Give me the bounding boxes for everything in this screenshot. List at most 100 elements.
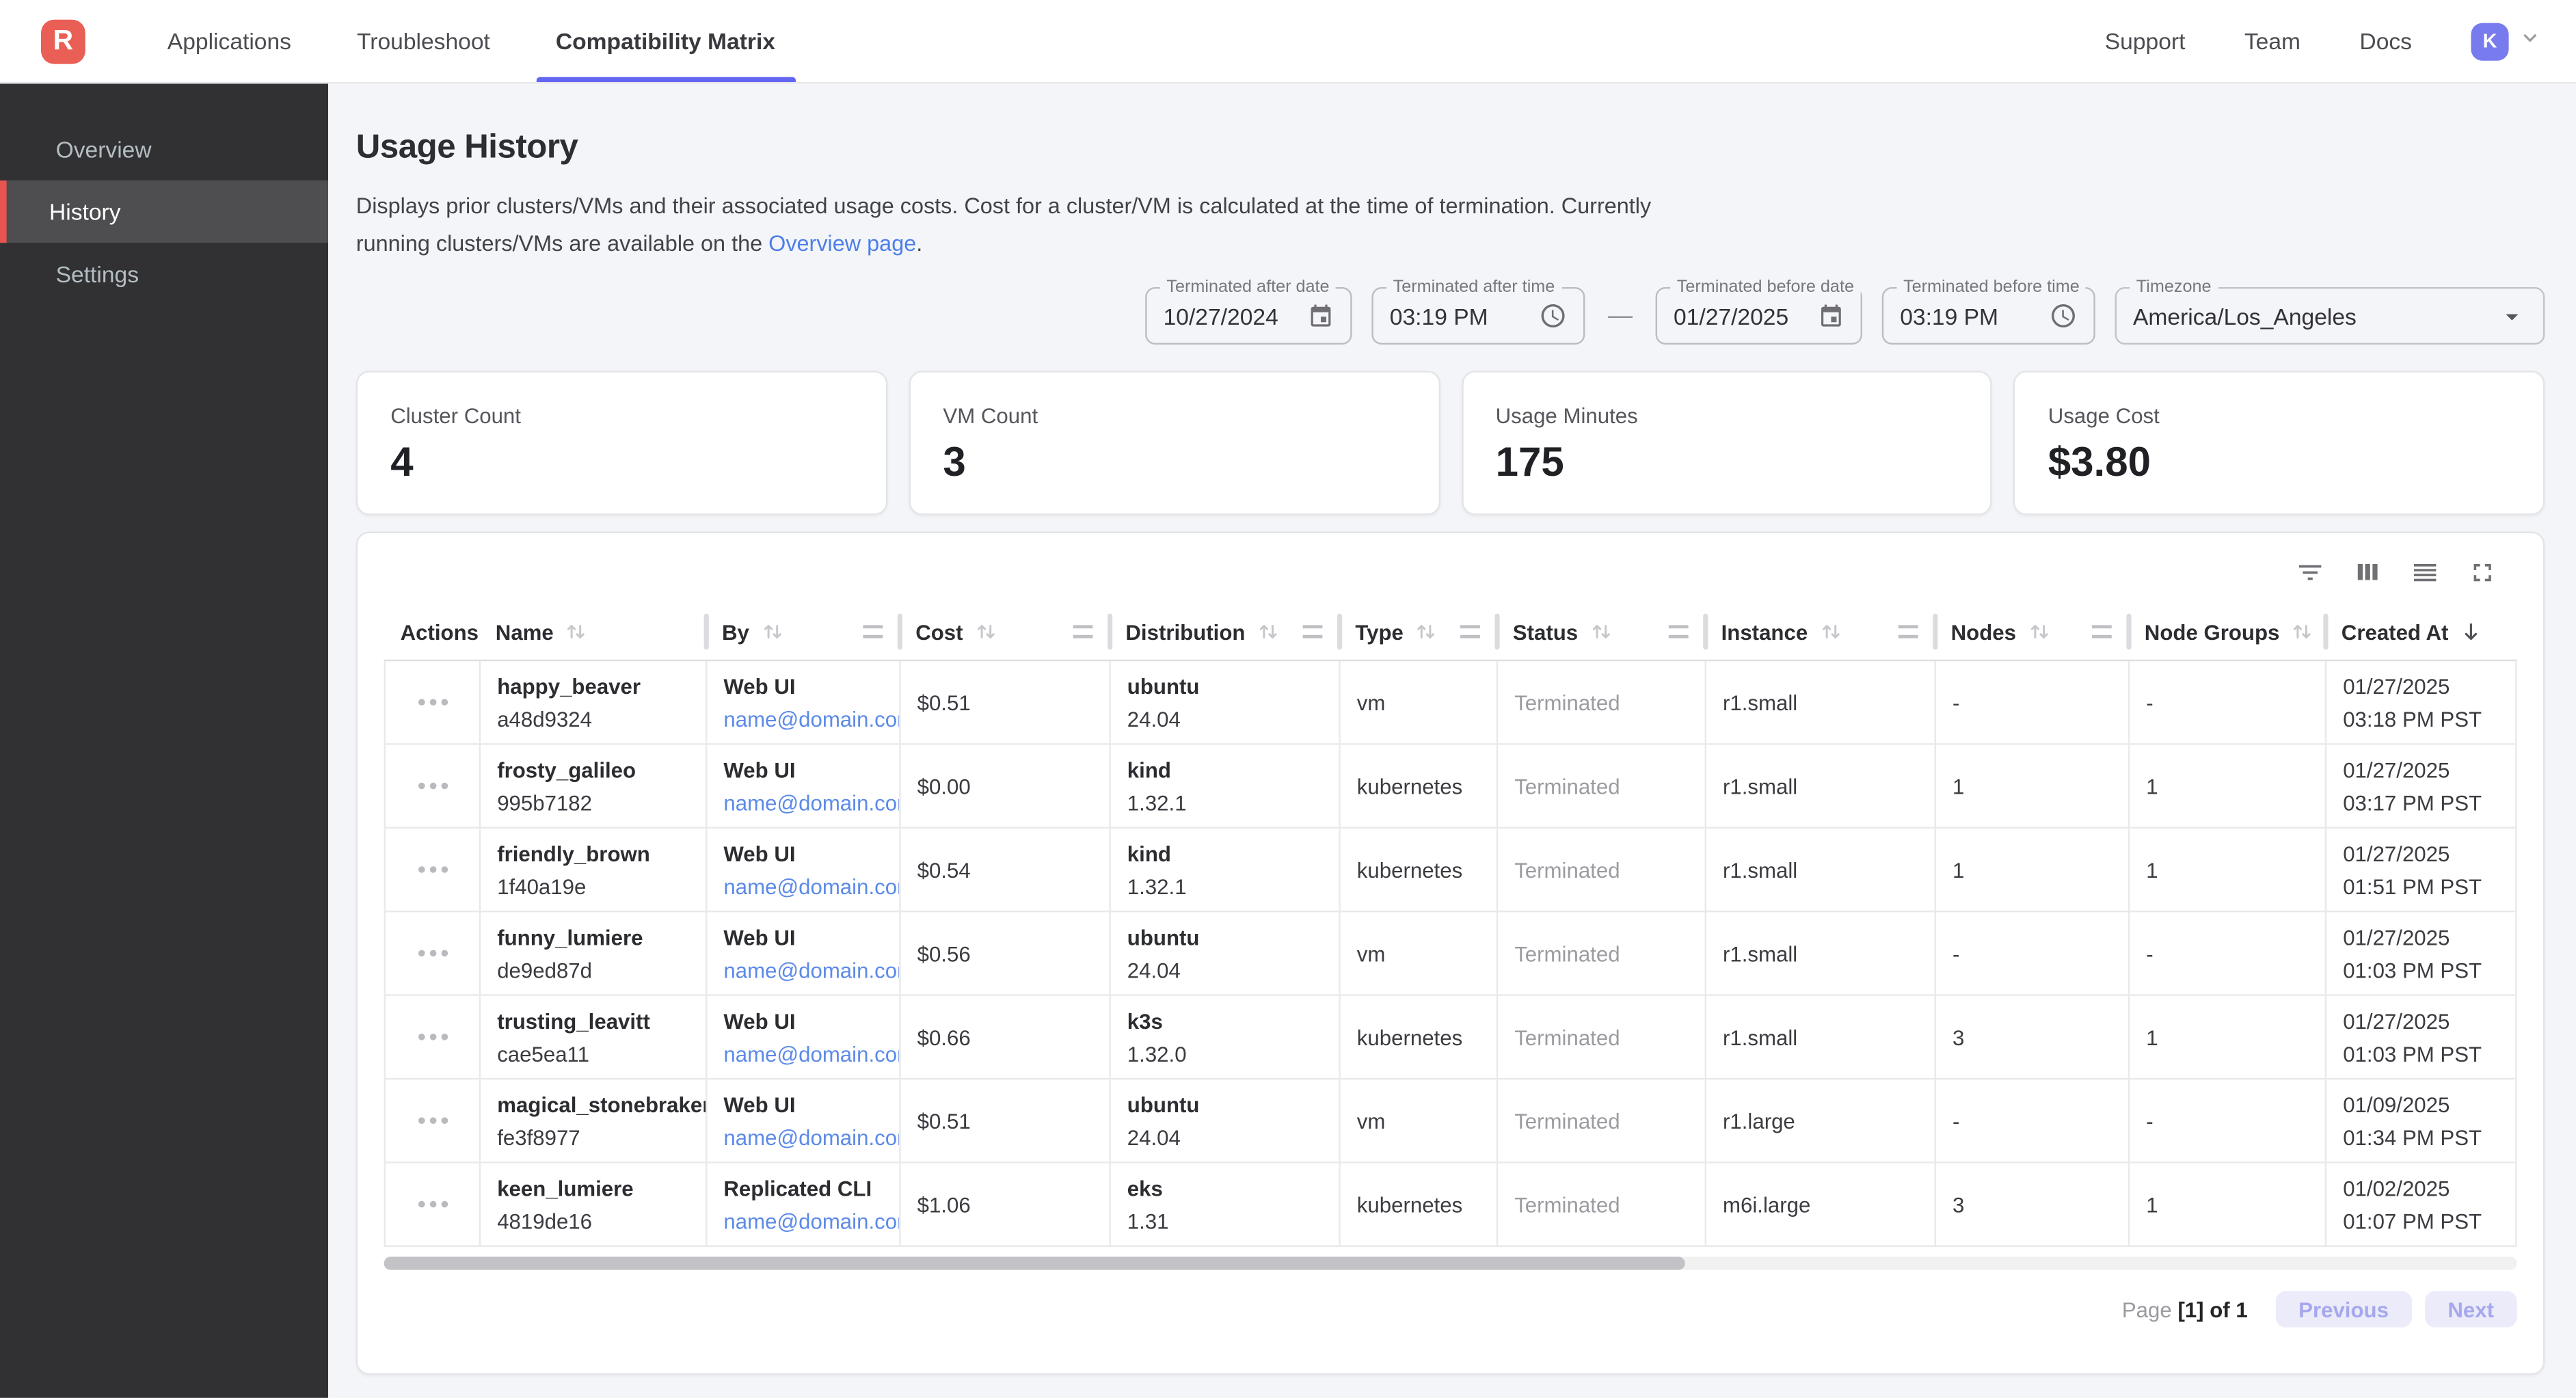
sidebar-item-history[interactable]: History	[0, 180, 328, 243]
cell-created_at: 01/27/202501:03 PM PST	[2325, 996, 2517, 1078]
tab-compatibility-matrix[interactable]: Compatibility Matrix	[536, 0, 795, 82]
created-by-source: Web UI	[723, 924, 883, 949]
horizontal-scrollbar-track[interactable]	[384, 1256, 2517, 1269]
created-date: 01/27/2025	[2343, 841, 2499, 865]
sort-icon[interactable]	[2291, 620, 2314, 643]
nodes-value: -	[1953, 690, 2112, 714]
column-menu-icon[interactable]	[1460, 625, 1480, 638]
cell-instance: r1.large	[1705, 1079, 1935, 1161]
replicated-logo[interactable]: R	[41, 19, 85, 64]
column-menu-icon[interactable]	[863, 625, 883, 638]
column-header-by[interactable]: By	[706, 604, 899, 660]
clock-icon[interactable]	[2033, 302, 2078, 330]
created-by-email-link[interactable]: name@domain.com	[723, 706, 883, 731]
sidebar-item-overview[interactable]: Overview	[0, 118, 328, 180]
column-resize-handle[interactable]	[2126, 614, 2131, 650]
status-value: Terminated	[1514, 1108, 1688, 1133]
column-menu-icon[interactable]	[1899, 625, 1918, 638]
created-by-email-link[interactable]: name@domain.com	[723, 957, 883, 982]
nav-link-team[interactable]: Team	[2244, 28, 2300, 54]
column-header-node_groups[interactable]: Node Groups	[2128, 604, 2325, 660]
filter-icon[interactable]	[2296, 557, 2325, 587]
created-by-email-link[interactable]: name@domain.com	[723, 1125, 883, 1149]
terminated-before-time-field[interactable]: Terminated before time 03:19 PM	[1882, 287, 2095, 345]
clock-icon[interactable]	[1522, 302, 1567, 330]
sort-icon[interactable]	[1589, 620, 1613, 643]
column-header-distribution[interactable]: Distribution	[1109, 604, 1339, 660]
sidebar-item-settings[interactable]: Settings	[0, 243, 328, 305]
sort-icon[interactable]	[974, 620, 997, 643]
sort-icon[interactable]	[761, 620, 784, 643]
column-menu-icon[interactable]	[1669, 625, 1689, 638]
timezone-select[interactable]: Timezone America/Los_Angeles	[2115, 287, 2545, 345]
row-actions-button[interactable]	[414, 776, 451, 796]
next-page-button[interactable]: Next	[2425, 1291, 2517, 1328]
column-header-nodes[interactable]: Nodes	[1935, 604, 2128, 660]
nodes-value: 1	[1953, 774, 2112, 798]
cell-instance: r1.small	[1705, 996, 1935, 1078]
node_groups-value: -	[2146, 690, 2309, 714]
row-actions-button[interactable]	[414, 693, 451, 712]
status-value: Terminated	[1514, 774, 1688, 798]
column-header-name[interactable]: Name	[479, 604, 706, 660]
sorted-desc-icon[interactable]	[2460, 620, 2483, 643]
sort-icon[interactable]	[565, 620, 589, 643]
nav-link-docs[interactable]: Docs	[2359, 28, 2412, 54]
row-actions-button[interactable]	[414, 860, 451, 880]
column-header-status[interactable]: Status	[1497, 604, 1705, 660]
column-menu-icon[interactable]	[1303, 625, 1323, 638]
column-header-type[interactable]: Type	[1339, 604, 1496, 660]
cell-created_at: 01/02/202501:07 PM PST	[2325, 1164, 2517, 1246]
created-by-email-link[interactable]: name@domain.com	[723, 790, 883, 815]
row-actions-button[interactable]	[414, 943, 451, 963]
usage-table-card: ActionsNameByCostDistributionTypeStatusI…	[356, 532, 2545, 1375]
terminated-after-time-field[interactable]: Terminated after time 03:19 PM	[1371, 287, 1585, 345]
column-header-created_at[interactable]: Created At	[2325, 604, 2517, 660]
density-icon[interactable]	[2411, 557, 2440, 587]
column-menu-icon[interactable]	[2092, 625, 2112, 638]
nav-link-support[interactable]: Support	[2105, 28, 2186, 54]
fullscreen-icon[interactable]	[2468, 557, 2497, 587]
tab-troubleshoot[interactable]: Troubleshoot	[337, 0, 509, 82]
previous-page-button[interactable]: Previous	[2276, 1291, 2412, 1328]
row-actions-button[interactable]	[414, 1027, 451, 1047]
column-menu-icon[interactable]	[1073, 625, 1093, 638]
column-header-instance[interactable]: Instance	[1705, 604, 1935, 660]
account-menu[interactable]: K	[2471, 22, 2543, 59]
sort-icon[interactable]	[1415, 620, 1438, 643]
created-by-email-link[interactable]: name@domain.com	[723, 874, 883, 898]
row-actions-button[interactable]	[414, 1111, 451, 1131]
column-resize-handle[interactable]	[1703, 614, 1708, 650]
sort-icon[interactable]	[2028, 620, 2051, 643]
created-by-email-link[interactable]: name@domain.com	[723, 1041, 883, 1066]
cell-name: friendly_brown1f40a19e	[479, 829, 706, 911]
calendar-icon[interactable]	[1801, 303, 1844, 329]
cell-name: happy_beavera48d9324	[479, 661, 706, 743]
sort-icon[interactable]	[1257, 620, 1280, 643]
columns-icon[interactable]	[2353, 557, 2383, 587]
cell-instance: r1.small	[1705, 745, 1935, 827]
column-resize-handle[interactable]	[1933, 614, 1937, 650]
row-actions-button[interactable]	[414, 1194, 451, 1214]
column-resize-handle[interactable]	[1494, 614, 1499, 650]
overview-page-link[interactable]: Overview page	[768, 231, 916, 256]
column-resize-handle[interactable]	[898, 614, 902, 650]
type-value: kubernetes	[1357, 1025, 1480, 1049]
column-resize-handle[interactable]	[1108, 614, 1112, 650]
column-resize-handle[interactable]	[1337, 614, 1342, 650]
created-by-email-link[interactable]: name@domain.com	[723, 1209, 883, 1233]
status-value: Terminated	[1514, 857, 1688, 882]
column-header-cost[interactable]: Cost	[899, 604, 1109, 660]
avatar[interactable]: K	[2471, 22, 2508, 59]
column-resize-handle[interactable]	[2323, 614, 2328, 650]
terminated-before-date-field[interactable]: Terminated before date 01/27/2025	[1656, 287, 1862, 345]
distribution-primary: eks	[1127, 1176, 1323, 1200]
calendar-icon[interactable]	[1291, 303, 1334, 329]
sort-icon[interactable]	[1819, 620, 1842, 643]
horizontal-scrollbar-thumb[interactable]	[384, 1256, 1685, 1269]
column-label: By	[722, 619, 749, 644]
column-resize-handle[interactable]	[704, 614, 709, 650]
tab-applications[interactable]: Applications	[148, 0, 311, 82]
terminated-after-date-field[interactable]: Terminated after date 10/27/2024	[1145, 287, 1352, 345]
column-label: Instance	[1721, 619, 1808, 644]
